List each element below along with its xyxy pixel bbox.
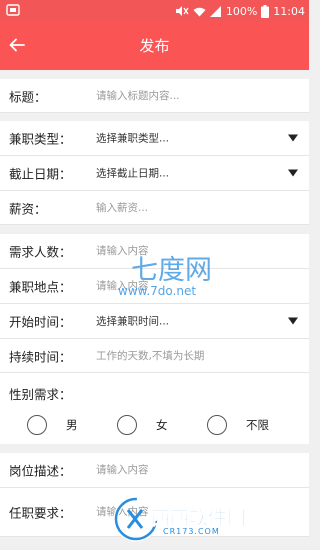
- duration-input[interactable]: [96, 349, 286, 362]
- headcount-label: 需求人数：: [9, 244, 72, 260]
- salary-row: 薪资：: [0, 191, 309, 225]
- description-label: 岗位描述：: [9, 463, 72, 479]
- dropdown-arrow-icon[interactable]: [288, 169, 298, 177]
- requirements-input[interactable]: [96, 506, 286, 518]
- headcount-input[interactable]: [96, 245, 286, 257]
- job-type-select[interactable]: 选择兼职类型...: [96, 131, 169, 146]
- headcount-row: 需求人数：: [0, 234, 309, 269]
- wifi-icon: [193, 7, 206, 16]
- start-time-label: 开始时间：: [9, 314, 72, 330]
- salary-input[interactable]: [96, 201, 286, 214]
- deadline-label: 截止日期：: [9, 166, 72, 182]
- title-input[interactable]: [96, 89, 286, 102]
- gender-option-female[interactable]: 女: [117, 413, 168, 437]
- gender-option-label: 不限: [246, 418, 269, 432]
- mute-icon: [175, 6, 189, 16]
- app-bar: 发布: [0, 22, 309, 70]
- duration-row: 持续时间：: [0, 339, 309, 373]
- gender-option-any[interactable]: 不限: [207, 413, 269, 437]
- battery-level: 100%: [225, 4, 258, 18]
- gender-option-label: 女: [156, 418, 168, 432]
- requirements-row: 任职要求：: [0, 488, 309, 537]
- radio-icon[interactable]: [207, 415, 227, 435]
- notification-icon: [6, 4, 20, 16]
- job-type-label: 兼职类型：: [9, 131, 72, 147]
- location-label: 兼职地点：: [9, 279, 72, 295]
- requirements-label: 任职要求：: [9, 505, 72, 521]
- battery-icon: [261, 4, 270, 18]
- page-title: 发布: [139, 37, 170, 55]
- gender-options: 男 女 不限: [0, 408, 309, 444]
- title-row: 标题：: [0, 79, 309, 113]
- job-type-row[interactable]: 兼职类型： 选择兼职类型...: [0, 121, 309, 156]
- gender-label: 性别需求：: [9, 387, 72, 402]
- signal-icon: [209, 5, 221, 17]
- status-bar: 100% 11:04: [0, 0, 309, 22]
- radio-icon[interactable]: [117, 415, 137, 435]
- clock: 11:04: [273, 4, 305, 18]
- radio-icon[interactable]: [27, 415, 47, 435]
- dropdown-arrow-icon[interactable]: [288, 134, 298, 142]
- title-label: 标题：: [9, 89, 47, 104]
- start-time-row[interactable]: 开始时间： 选择兼职时间...: [0, 304, 309, 339]
- description-row: 岗位描述：: [0, 453, 309, 488]
- dropdown-arrow-icon[interactable]: [288, 317, 298, 325]
- location-row: 兼职地点：: [0, 269, 309, 304]
- gender-option-label: 男: [66, 418, 78, 432]
- gender-row: 性别需求：: [0, 373, 309, 408]
- description-input[interactable]: [96, 464, 286, 476]
- start-time-select[interactable]: 选择兼职时间...: [96, 314, 169, 329]
- deadline-select[interactable]: 选择截止日期...: [96, 166, 169, 181]
- deadline-row[interactable]: 截止日期： 选择截止日期...: [0, 156, 309, 191]
- salary-label: 薪资：: [9, 201, 47, 216]
- duration-label: 持续时间：: [9, 349, 72, 364]
- location-input[interactable]: [96, 280, 286, 292]
- gender-option-male[interactable]: 男: [27, 413, 78, 437]
